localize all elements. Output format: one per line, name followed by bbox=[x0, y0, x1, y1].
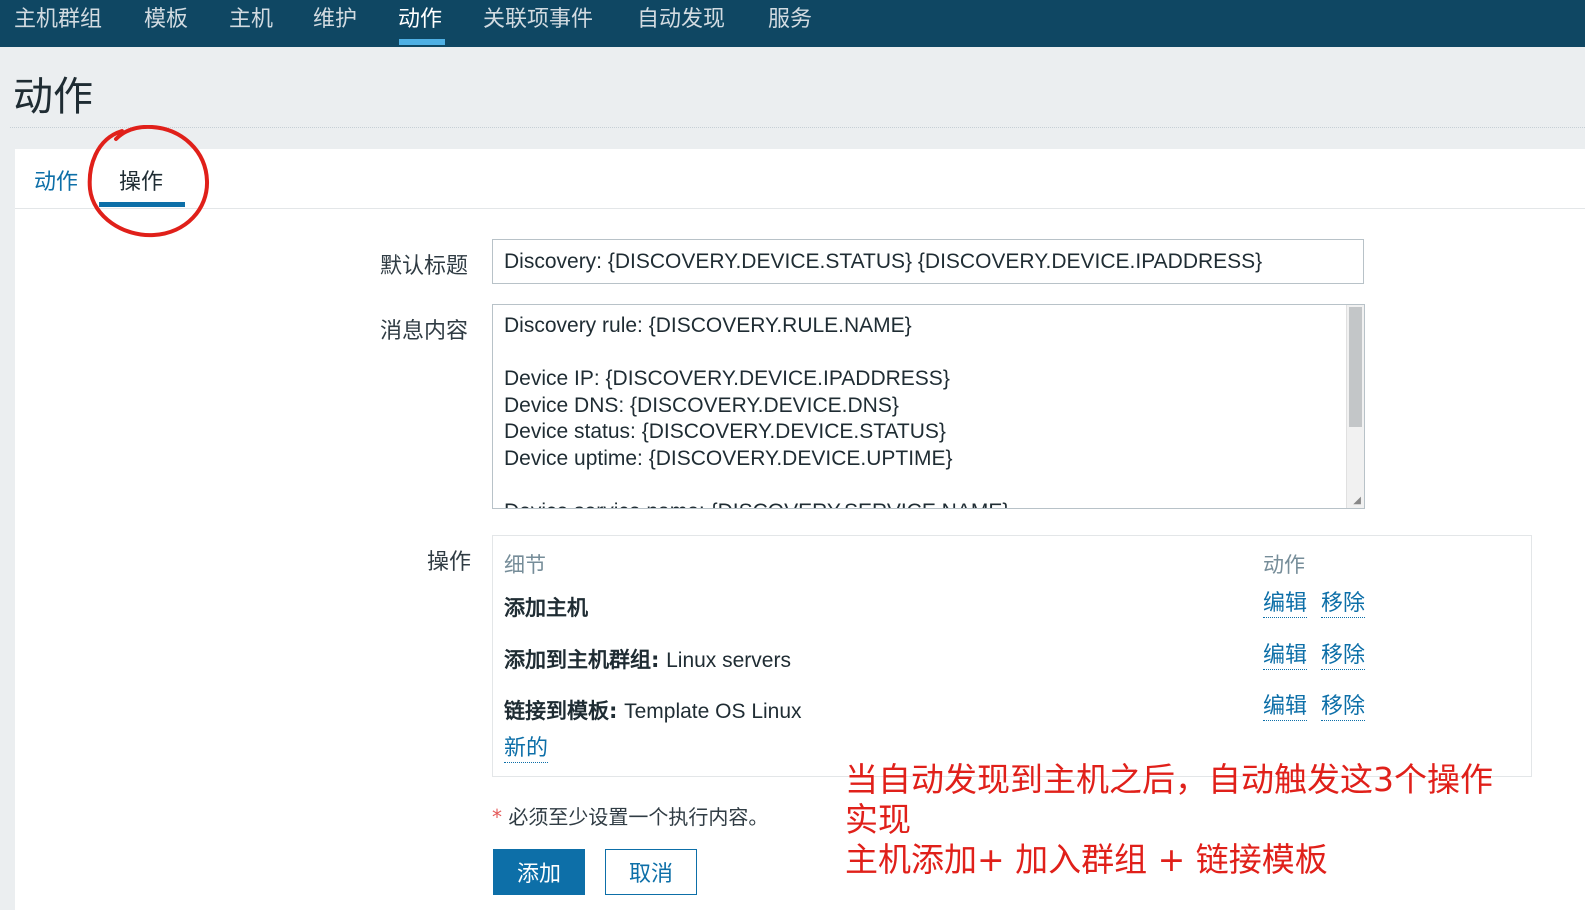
cancel-button[interactable]: 取消 bbox=[605, 849, 697, 895]
subject-label: 默认标题 bbox=[380, 254, 469, 279]
operation-value: Linux servers bbox=[666, 649, 791, 672]
tab-action[interactable]: 动作 bbox=[34, 164, 78, 196]
message-label: 消息内容 bbox=[380, 319, 469, 344]
textarea-scrollbar[interactable] bbox=[1346, 305, 1364, 508]
top-nav: 主机群组 模板 主机 维护 动作 关联项事件 自动发现 服务 bbox=[0, 0, 1585, 47]
add-button[interactable]: 添加 bbox=[493, 849, 585, 895]
nav-event-correlation[interactable]: 关联项事件 bbox=[483, 4, 593, 40]
resize-handle-icon[interactable]: ◢ bbox=[1353, 496, 1361, 506]
annotation-line: 主机添加+ 加入群组 + 链接模板 bbox=[845, 840, 1328, 879]
nav-active-indicator bbox=[399, 39, 445, 45]
scrollbar-thumb[interactable] bbox=[1349, 307, 1362, 427]
remove-link[interactable]: 移除 bbox=[1321, 694, 1366, 721]
nav-discovery[interactable]: 自动发现 bbox=[637, 4, 725, 40]
active-tab-indicator bbox=[99, 202, 185, 207]
operation-name: 添加主机 bbox=[504, 596, 588, 620]
annotation-line: 当自动发现到主机之后，自动触发这3个操作 bbox=[845, 760, 1493, 799]
required-note: * 必须至少设置一个执行内容。 bbox=[492, 801, 768, 830]
title-divider bbox=[10, 127, 1585, 128]
nav-hosts[interactable]: 主机 bbox=[229, 4, 273, 40]
nav-maintenance[interactable]: 维护 bbox=[313, 4, 357, 40]
tab-operations[interactable]: 操作 bbox=[119, 164, 163, 196]
remove-link[interactable]: 移除 bbox=[1321, 643, 1366, 670]
tab-divider bbox=[15, 208, 1585, 209]
column-header-details: 细节 bbox=[504, 553, 546, 577]
subject-input[interactable]: Discovery: {DISCOVERY.DEVICE.STATUS} {DI… bbox=[492, 239, 1364, 284]
column-header-action: 动作 bbox=[1263, 553, 1305, 577]
message-textarea[interactable]: Discovery rule: {DISCOVERY.RULE.NAME} De… bbox=[492, 304, 1365, 509]
required-star: * bbox=[492, 805, 502, 829]
nav-services[interactable]: 服务 bbox=[768, 4, 812, 40]
message-text: Discovery rule: {DISCOVERY.RULE.NAME} De… bbox=[504, 314, 1009, 508]
operation-value: Template OS Linux bbox=[624, 700, 802, 723]
page-title: 动作 bbox=[13, 74, 93, 120]
edit-link[interactable]: 编辑 bbox=[1263, 694, 1308, 721]
edit-link[interactable]: 编辑 bbox=[1263, 643, 1308, 670]
remove-link[interactable]: 移除 bbox=[1321, 591, 1366, 618]
edit-link[interactable]: 编辑 bbox=[1263, 591, 1308, 618]
new-operation-link[interactable]: 新的 bbox=[504, 736, 549, 763]
operation-row: 链接到模板: Template OS Linux bbox=[504, 695, 802, 725]
annotation-text: 当自动发现到主机之后，自动触发这3个操作 实现 主机添加+ 加入群组 + 链接模… bbox=[845, 760, 1493, 880]
operations-label: 操作 bbox=[427, 550, 472, 575]
required-text: 必须至少设置一个执行内容。 bbox=[508, 805, 769, 829]
operation-row: 添加主机 bbox=[504, 592, 588, 622]
nav-actions[interactable]: 动作 bbox=[398, 4, 442, 40]
nav-templates[interactable]: 模板 bbox=[144, 4, 188, 40]
operation-name: 链接到模板: bbox=[504, 699, 618, 723]
operation-name: 添加到主机群组: bbox=[504, 648, 660, 672]
annotation-line: 实现 bbox=[845, 800, 911, 839]
nav-host-groups[interactable]: 主机群组 bbox=[14, 4, 102, 40]
operation-row: 添加到主机群组: Linux servers bbox=[504, 644, 791, 674]
